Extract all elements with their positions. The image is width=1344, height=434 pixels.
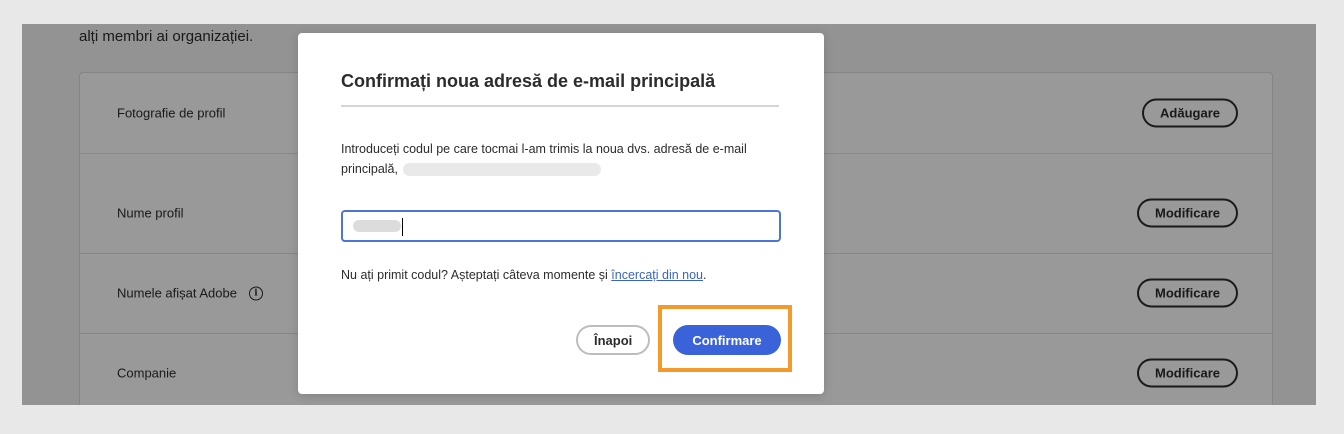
dialog-divider bbox=[341, 105, 779, 107]
dialog-description: Introduceți codul pe care tocmai l-am tr… bbox=[341, 139, 781, 179]
resend-text: Nu ați primit codul? Așteptați câteva mo… bbox=[341, 268, 707, 282]
text-caret bbox=[402, 218, 403, 236]
back-button[interactable]: Înapoi bbox=[576, 325, 651, 355]
dialog-title: Confirmați noua adresă de e-mail princip… bbox=[341, 71, 716, 91]
resend-prefix: Nu ați primit codul? Așteptați câteva mo… bbox=[341, 268, 608, 282]
resend-suffix: . bbox=[703, 268, 707, 282]
confirm-button[interactable]: Confirmare bbox=[673, 325, 781, 355]
retry-link[interactable]: încercați din nou bbox=[611, 268, 703, 282]
confirm-email-dialog: Confirmați noua adresă de e-mail princip… bbox=[298, 33, 824, 394]
redacted-code bbox=[353, 220, 401, 232]
browser-viewport: alți membri ai organizației. Fotografie … bbox=[22, 24, 1316, 405]
redacted-email bbox=[403, 163, 602, 177]
verification-code-input[interactable] bbox=[341, 210, 781, 242]
